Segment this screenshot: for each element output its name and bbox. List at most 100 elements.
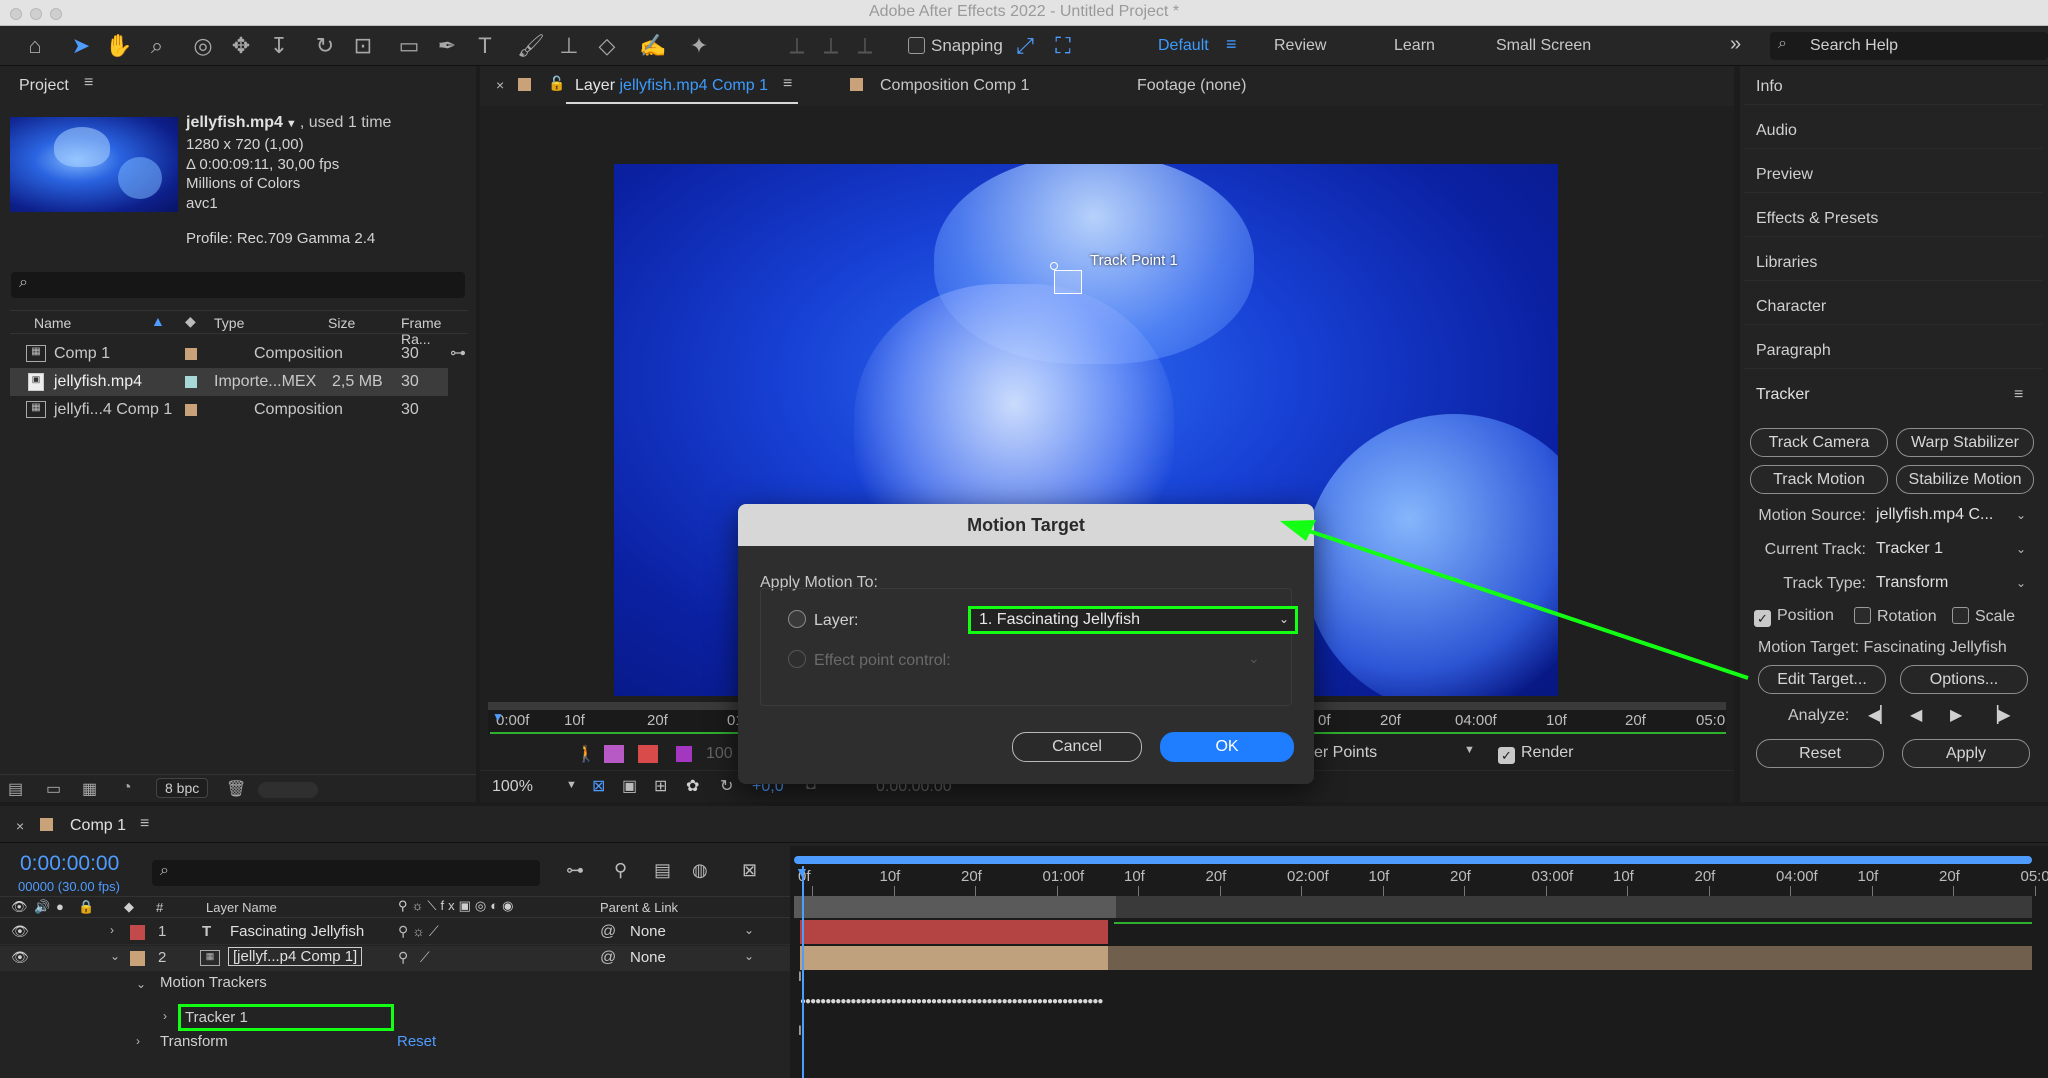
ruler-tick-mark xyxy=(1953,886,1954,896)
frame-blending-icon[interactable]: ▤ xyxy=(654,860,671,881)
ruler-tick-label: 05:0 xyxy=(2020,868,2048,885)
composition-mini-flowchart-icon[interactable]: ⊶ xyxy=(566,860,584,881)
tracker-keyframes[interactable]: ●●●●●●●●●●●●●●●●●●●●●●●●●●●●●●●●●●●●●●●●… xyxy=(800,996,1108,1012)
parent-select[interactable]: None ⌄ xyxy=(630,923,758,940)
transform-group[interactable]: Transform xyxy=(160,1033,228,1050)
chevron-right-icon[interactable]: › xyxy=(110,923,114,937)
ruler-tick-label: 20f xyxy=(961,868,982,885)
ruler-tick-label: 10f xyxy=(1857,868,1879,885)
chevron-right-icon[interactable]: › xyxy=(136,1034,140,1048)
render-range-bar xyxy=(1114,922,2032,924)
pick-whip-icon[interactable]: @ xyxy=(600,949,616,967)
ruler-tick-label: 10f xyxy=(1124,868,1145,885)
layer-row-selected[interactable]: 👁 ⌄ 2 ▦ [jellyf...p4 Comp 1] ⚲ ⟋ @ None ⌄ xyxy=(0,946,790,971)
shy-icon[interactable]: ⚲ ☼ ⟋ xyxy=(398,923,439,940)
chevron-down-icon[interactable]: ⌄ xyxy=(136,977,146,991)
tracker-1-highlight[interactable]: › Tracker 1 xyxy=(163,1004,394,1031)
chevron-down-icon: ⌄ xyxy=(743,923,754,937)
chevron-right-icon[interactable]: › xyxy=(163,1009,167,1023)
ruler-tick-mark xyxy=(1382,886,1384,896)
current-time-indicator[interactable] xyxy=(802,866,804,1078)
audio-icon[interactable]: 🔊 xyxy=(34,899,50,915)
ruler-tick-mark xyxy=(1627,886,1628,896)
ruler-tick-label: 20f xyxy=(1450,868,1471,885)
text-layer-icon: T xyxy=(202,923,212,940)
parent-select[interactable]: None ⌄ xyxy=(630,949,758,966)
ruler-tick-mark xyxy=(2034,886,2036,896)
graph-editor-icon[interactable]: ⊠ xyxy=(742,860,757,881)
pick-whip-icon[interactable]: @ xyxy=(600,923,616,941)
ruler-tick-mark xyxy=(893,886,895,896)
ruler-tick-mark xyxy=(1708,886,1710,896)
solo-icon[interactable]: ● xyxy=(56,899,64,914)
ruler-tick-label: 20f xyxy=(1694,868,1716,885)
ruler-tick-label: 10f xyxy=(879,868,901,885)
annotation-arrow-line xyxy=(1299,526,1749,680)
ruler-tick-label: 04:00f xyxy=(1776,868,1818,885)
panel-menu-icon[interactable]: ≡ xyxy=(140,815,149,833)
work-area-bar[interactable] xyxy=(794,856,2032,864)
layer-number: 1 xyxy=(158,923,167,940)
layer-name[interactable]: Fascinating Jellyfish xyxy=(230,923,364,940)
transform-reset-link[interactable]: Reset xyxy=(397,1033,436,1050)
visibility-icon[interactable]: 👁 xyxy=(11,923,29,940)
ruler-tick-mark xyxy=(1871,886,1873,896)
timeline-graph-area[interactable]: 0f 10f 20f 01:00f 10f 20f 02:00f 10f 20f 03:00f 10… xyxy=(790,846,2048,1078)
ruler-tick-mark xyxy=(1301,886,1302,896)
lock-icon[interactable]: 🔒 xyxy=(78,899,94,915)
ruler-tick-mark xyxy=(1464,886,1465,896)
ruler-tick-label: 01:00f xyxy=(1042,868,1085,885)
timeline-comp-tab[interactable]: Comp 1 xyxy=(70,817,126,835)
parent-value: None xyxy=(630,949,666,966)
visibility-icon[interactable]: 👁 xyxy=(11,949,29,966)
ruler-tick-label: 20f xyxy=(1205,868,1227,885)
layer-number: 2 xyxy=(158,949,167,966)
ruler-tick-label: 03:00f xyxy=(1531,868,1574,885)
motion-trackers-group[interactable]: Motion Trackers xyxy=(160,974,267,991)
timeline-columns-header: 👁 🔊 ● 🔒 ◆ # Layer Name ⚲☼⟍fx▣◎◐◉ Parent … xyxy=(0,896,790,918)
ruler-tick-label: 02:00f xyxy=(1287,868,1329,885)
shy-icon[interactable]: ⚲ ⟋ xyxy=(398,949,430,966)
tracker-1-label: Tracker 1 xyxy=(185,1009,248,1026)
parent-value: None xyxy=(630,923,666,940)
draft-3d-icon[interactable]: ⚲ xyxy=(614,860,627,881)
chevron-down-icon: ⌄ xyxy=(743,949,754,963)
close-icon[interactable]: × xyxy=(16,818,24,834)
label-color-swatch[interactable] xyxy=(130,951,145,966)
search-icon: ⌕ xyxy=(160,862,169,879)
ruler-tick-mark xyxy=(1138,886,1139,896)
visibility-icon[interactable]: 👁 xyxy=(11,899,28,915)
time-navigator[interactable] xyxy=(794,896,2032,918)
switches-icons: ⚲☼⟍fx▣◎◐◉ xyxy=(398,898,518,913)
divider xyxy=(0,842,2048,843)
composition-icon: ▦ xyxy=(200,950,220,966)
ruler-tick-mark xyxy=(1219,886,1221,896)
ruler-tick-label: 10f xyxy=(1368,868,1390,885)
layer-2-bar[interactable] xyxy=(800,946,2032,970)
motion-blur-icon[interactable]: ◍ xyxy=(692,860,708,881)
ruler-tick-mark xyxy=(975,886,976,896)
layer-name[interactable]: [jellyf...p4 Comp 1] xyxy=(228,947,363,966)
timeline-panel: × Comp 1 ≡ 0:00:00:00 00000 (30.00 fps) … xyxy=(0,806,2048,1078)
ruler-tick-mark xyxy=(1056,886,1058,896)
layer-row[interactable]: 👁 › 1 T Fascinating Jellyfish ⚲ ☼ ⟋ @ No… xyxy=(0,920,790,945)
ruler-tick-mark xyxy=(812,886,813,896)
ruler-tick-label: 10f xyxy=(1613,868,1634,885)
timeline-timecode[interactable]: 0:00:00:00 xyxy=(20,852,119,876)
ruler-tick-mark xyxy=(1545,886,1547,896)
timeline-search-input[interactable]: ⌕ xyxy=(152,860,540,886)
label-color-swatch xyxy=(40,818,53,831)
col-parent-link[interactable]: Parent & Link xyxy=(600,900,678,915)
navigator-range[interactable] xyxy=(794,896,1116,918)
col-layer-name[interactable]: Layer Name xyxy=(206,900,277,915)
label-color-swatch[interactable] xyxy=(130,925,145,940)
col-number: # xyxy=(156,900,164,915)
chevron-down-icon[interactable]: ⌄ xyxy=(110,949,120,963)
ruler-tick-label: 20f xyxy=(1939,868,1960,885)
timeline-frames: 00000 (30.00 fps) xyxy=(18,879,120,894)
layer-1-bar[interactable] xyxy=(800,920,1108,944)
timeline-ruler[interactable]: 0f 10f 20f 01:00f 10f 20f 02:00f 10f 20f 03:00f 10… xyxy=(790,866,2048,896)
playhead-icon[interactable]: ▼ xyxy=(795,864,809,880)
label-tag-icon[interactable]: ◆ xyxy=(124,899,134,915)
ruler-tick-mark xyxy=(1790,886,1791,896)
